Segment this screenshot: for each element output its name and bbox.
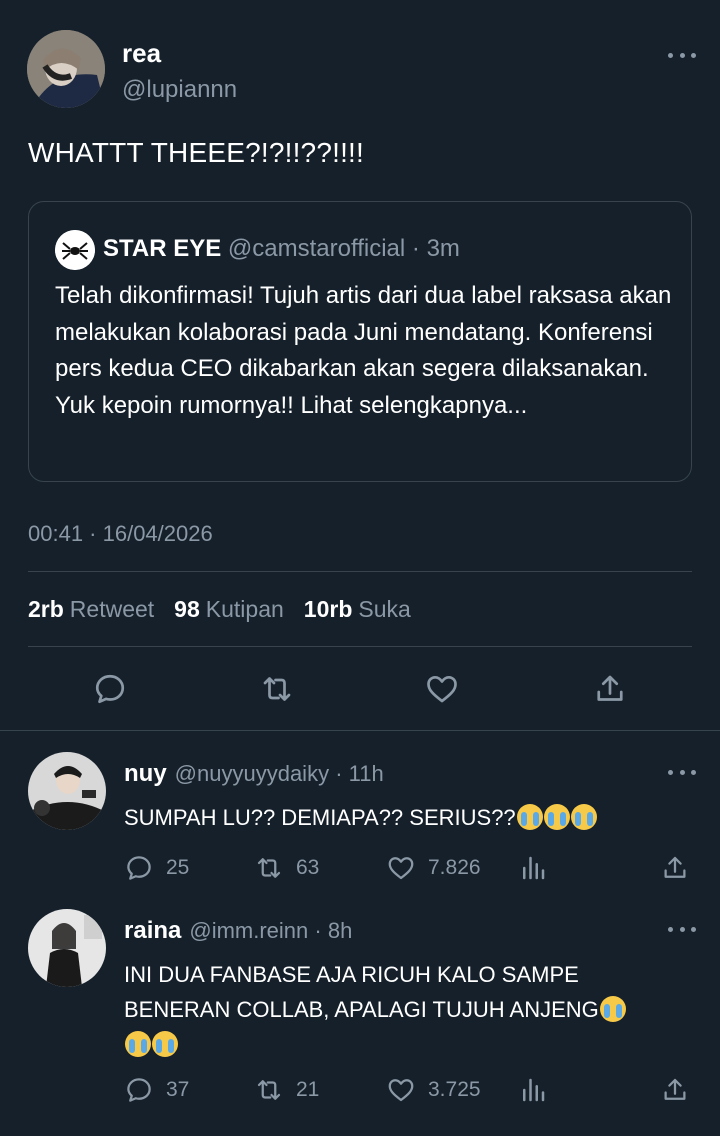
likes-stat[interactable]: 10rb Suka	[304, 596, 411, 623]
reply-text-line	[124, 1027, 684, 1062]
divider	[28, 571, 692, 572]
more-options-icon[interactable]	[668, 767, 696, 777]
reply-comment-action[interactable]: 25	[124, 853, 189, 883]
analytics-icon[interactable]	[518, 1075, 548, 1105]
reply-handle[interactable]: @imm.reinn	[189, 918, 308, 943]
reply-time: · 11h	[335, 761, 384, 786]
reply-retweet-action[interactable]: 21	[254, 1075, 319, 1105]
share-icon[interactable]	[660, 853, 690, 883]
crying-emoji-icon	[152, 1031, 178, 1057]
reply-name[interactable]: raina	[124, 917, 181, 944]
like-count: 7.826	[428, 856, 481, 879]
reply-avatar[interactable]	[28, 752, 106, 830]
avatar-photo	[28, 752, 106, 830]
reply-text-line: BENERAN COLLAB, APALAGI TUJUH ANJENG	[124, 992, 684, 1027]
retweet-count: 63	[296, 856, 320, 879]
spider-logo-icon	[55, 230, 95, 270]
retweet-count: 21	[296, 1078, 320, 1101]
quotes-stat[interactable]: 98 Kutipan	[174, 596, 284, 623]
crying-emoji-icon	[543, 804, 570, 830]
quoted-handle: @camstarofficial	[227, 235, 406, 262]
analytics-icon[interactable]	[518, 853, 548, 883]
reply-text: SUMPAH LU?? DEMIAPA?? SERIUS??	[124, 800, 684, 835]
retweets-label: Retweet	[69, 596, 155, 622]
reply-name[interactable]: nuy	[124, 760, 167, 787]
crying-emoji-icon	[570, 804, 597, 830]
author-avatar[interactable]	[27, 30, 105, 108]
reply-retweet-action[interactable]: 63	[254, 853, 319, 883]
divider	[28, 646, 692, 647]
reply-icon	[127, 856, 151, 880]
reply-text: INI DUA FANBASE AJA RICUH KALO SAMPE BEN…	[124, 957, 684, 1062]
crying-emoji-icon	[516, 804, 543, 830]
retweet-icon	[257, 1080, 281, 1100]
reply-text-content: SUMPAH LU?? DEMIAPA?? SERIUS??	[124, 805, 516, 830]
reply-comment-action[interactable]: 37	[124, 1075, 189, 1105]
reply-handle[interactable]: @nuyyuyydaiky	[175, 761, 329, 786]
tweet-text: WHATTT THEEE?!?!!??!!!!	[28, 137, 365, 168]
tweet-stats: 2rb Retweet 98 Kutipan 10rb Suka	[28, 596, 411, 623]
reply-text-content: BENERAN COLLAB, APALAGI TUJUH ANJENG	[124, 997, 599, 1022]
avatar-photo	[28, 909, 106, 987]
avatar-photo	[27, 30, 105, 108]
quoted-avatar	[55, 230, 95, 270]
share-icon[interactable]	[592, 671, 628, 707]
like-icon	[388, 1079, 414, 1102]
author-handle[interactable]: @lupiannn	[122, 76, 237, 104]
quoted-text: Telah dikonfirmasi! Tujuh artis dari dua…	[55, 282, 672, 419]
like-count: 3.725	[428, 1078, 481, 1101]
quoted-name: STAR EYE	[103, 235, 222, 262]
reply-like-action[interactable]: 3.725	[386, 1075, 481, 1105]
quoted-header: STAR EYE @camstarofficial · 3m	[103, 235, 460, 263]
tweet-timestamp: 00:41 · 16/04/2026	[28, 521, 213, 546]
more-options-icon[interactable]	[668, 50, 696, 60]
retweets-stat[interactable]: 2rb Retweet	[28, 596, 154, 623]
reply-count: 25	[166, 856, 190, 879]
divider	[0, 730, 720, 731]
quotes-label: Kutipan	[205, 596, 284, 622]
quoted-tweet[interactable]: STAR EYE @camstarofficial · 3m Telah dik…	[28, 201, 692, 482]
like-icon[interactable]	[424, 671, 460, 707]
retweet-icon	[257, 858, 281, 878]
share-icon[interactable]	[660, 1075, 690, 1105]
retweets-count: 2rb	[28, 596, 64, 622]
reply-text-line: INI DUA FANBASE AJA RICUH KALO SAMPE	[124, 962, 579, 987]
author-name[interactable]: rea	[122, 38, 161, 69]
reply-avatar[interactable]	[28, 909, 106, 987]
crying-emoji-icon	[599, 996, 626, 1022]
retweet-icon[interactable]	[259, 671, 295, 707]
reply-time: · 8h	[314, 918, 353, 943]
like-icon	[388, 857, 414, 880]
likes-count: 10rb	[303, 596, 353, 622]
reply-icon	[127, 1078, 151, 1102]
more-options-icon[interactable]	[668, 924, 696, 934]
reply-icon[interactable]	[92, 671, 128, 707]
reply-like-action[interactable]: 7.826	[386, 853, 481, 883]
reply-header: nuy @nuyyuyydaiky · 11h	[124, 760, 384, 788]
reply-count: 37	[166, 1078, 190, 1101]
quotes-count: 98	[174, 596, 200, 622]
quoted-time: · 3m	[411, 235, 460, 262]
reply-header: raina @imm.reinn · 8h	[124, 917, 352, 945]
likes-label: Suka	[358, 596, 411, 622]
crying-emoji-icon	[125, 1031, 151, 1057]
